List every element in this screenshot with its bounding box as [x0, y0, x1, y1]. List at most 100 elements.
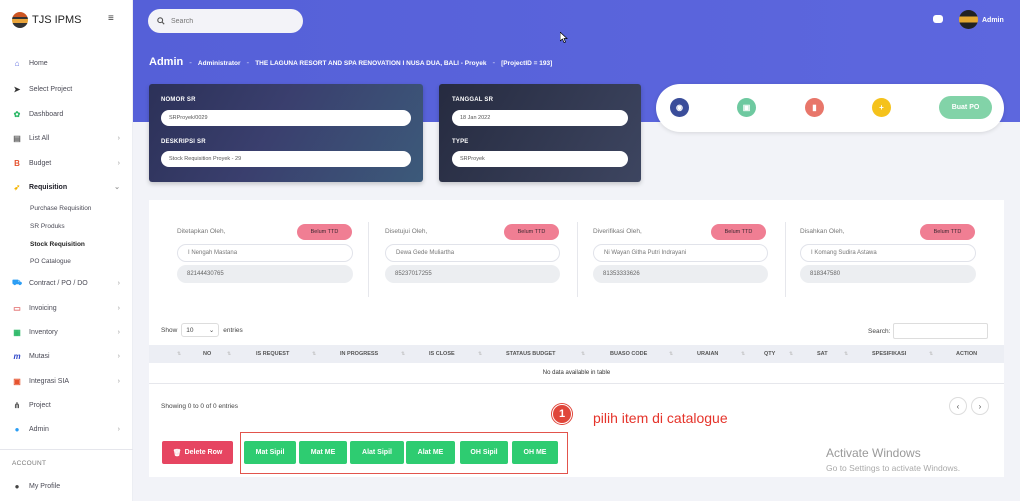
- deskripsi-sr-field[interactable]: Stock Requisition Proyek - 29: [161, 151, 411, 167]
- sort-icon[interactable]: ⇅: [312, 351, 316, 357]
- add-button[interactable]: +: [872, 98, 891, 117]
- sort-icon[interactable]: ⇅: [478, 351, 482, 357]
- brand[interactable]: TJS IPMS: [12, 12, 82, 28]
- oh-me-button[interactable]: OH ME: [512, 441, 558, 464]
- table-search-label: Search:: [868, 327, 891, 335]
- ttd-status-button[interactable]: Belum TTD: [504, 224, 559, 240]
- column-header[interactable]: ACTION: [956, 351, 977, 357]
- column-header[interactable]: QTY: [764, 351, 775, 357]
- signature-phone-field[interactable]: 81353333626: [593, 265, 768, 283]
- sort-icon[interactable]: ⇅: [227, 351, 231, 357]
- nomor-sr-field[interactable]: SRProyek/0029: [161, 110, 411, 126]
- avatar[interactable]: [959, 10, 978, 29]
- column-header[interactable]: IN PROGRESS: [340, 351, 378, 357]
- search-input[interactable]: [171, 17, 291, 25]
- ttd-status-button[interactable]: Belum TTD: [920, 224, 975, 240]
- breadcrumb: Admin - Administrator - THE LAGUNA RESOR…: [149, 56, 552, 68]
- signature-title: Disetujui Oleh,: [385, 228, 428, 235]
- sort-icon[interactable]: ⇅: [581, 351, 585, 357]
- sidebar-item-requisition[interactable]: ➶ Requisition ⌄: [11, 179, 126, 195]
- sidebar-item-inventory[interactable]: ▦ Inventory ›: [11, 324, 126, 340]
- sidebar-item-invoicing[interactable]: ▭ Invoicing ›: [11, 300, 126, 316]
- mat-me-button[interactable]: Mat ME: [299, 441, 347, 464]
- sidebar-item-select-project[interactable]: ➤ Select Project: [11, 81, 126, 97]
- sidebar-item-budget[interactable]: B Budget ›: [11, 155, 126, 171]
- column-header[interactable]: IS CLOSE: [429, 351, 455, 357]
- column-header[interactable]: SPESIFIKASI: [872, 351, 906, 357]
- sort-icon[interactable]: ⇅: [177, 351, 181, 357]
- empty-table-message: No data available in table: [542, 370, 611, 376]
- column-header[interactable]: BUASO CODE: [610, 351, 647, 357]
- column-header[interactable]: IS REQUEST: [256, 351, 289, 357]
- column-header[interactable]: SAT: [817, 351, 828, 357]
- alat-sipil-button[interactable]: Alat Sipil: [350, 441, 404, 464]
- subitem-purchase-requisition[interactable]: Purchase Requisition: [30, 205, 91, 212]
- sidebar-item-label: My Profile: [29, 482, 61, 490]
- sidebar-item-contract[interactable]: ⛟ Contract / PO / DO ›: [11, 275, 126, 291]
- mat-sipil-button[interactable]: Mat Sipil: [244, 441, 296, 464]
- save-button[interactable]: ▣: [737, 98, 756, 117]
- view-button[interactable]: ◉: [670, 98, 689, 117]
- chevron-right-icon: ›: [117, 352, 120, 360]
- signature-phone-field[interactable]: 85237017255: [385, 265, 560, 283]
- signature-name-field[interactable]: Dewa Gede Muliartha: [385, 244, 560, 262]
- subitem-stock-requisition[interactable]: Stock Requisition: [30, 241, 85, 248]
- divider: [785, 222, 786, 297]
- chevron-down-icon: ⌄: [114, 184, 120, 191]
- invoice-icon: ▭: [13, 303, 21, 313]
- sidebar-item-project[interactable]: ⋔ Project: [11, 397, 126, 413]
- eye-icon: ◉: [676, 103, 683, 112]
- next-page-button[interactable]: ›: [971, 397, 989, 415]
- table-search: Search:: [868, 323, 989, 339]
- column-header[interactable]: URAIAN: [697, 351, 718, 357]
- signature-title: Ditetapkan Oleh,: [177, 228, 226, 235]
- sort-icon[interactable]: ⇅: [929, 351, 933, 357]
- signature-phone-field[interactable]: 818347580: [800, 265, 976, 283]
- prev-page-button[interactable]: ‹: [949, 397, 967, 415]
- type-field[interactable]: SRProyek: [452, 151, 628, 167]
- sidebar-item-mutasi[interactable]: m Mutasi ›: [11, 348, 126, 364]
- entries-select[interactable]: 10 ⌄: [181, 323, 220, 337]
- sort-icon[interactable]: ⇅: [401, 351, 405, 357]
- signature-name-field[interactable]: I Nengah Mastana: [177, 244, 353, 262]
- column-header[interactable]: STATAUS BUDGET: [506, 351, 556, 357]
- breadcrumb-root: Admin: [149, 56, 184, 68]
- sort-icon[interactable]: ⇅: [844, 351, 848, 357]
- sidebar-item-list-all[interactable]: ▤ List All ›: [11, 130, 126, 146]
- date-info-card: TANGGAL SR 18 Jan 2022 TYPE SRProyek: [439, 84, 641, 182]
- sidebar-item-integrasi-sia[interactable]: ▣ Integrasi SIA ›: [11, 373, 126, 389]
- sort-icon[interactable]: ⇅: [669, 351, 673, 357]
- delete-row-label: Delete Row: [184, 449, 223, 456]
- sort-icon[interactable]: ⇅: [789, 351, 793, 357]
- ttd-status-button[interactable]: Belum TTD: [297, 224, 352, 240]
- delete-row-button[interactable]: 🗑 Delete Row: [162, 441, 233, 464]
- table-search-input[interactable]: [893, 323, 989, 339]
- signature-name-field[interactable]: Ni Wayan Githa Putri Indrayani: [593, 244, 768, 262]
- rocket-icon: ➶: [13, 182, 21, 192]
- sidebar-item-admin[interactable]: ● Admin ›: [11, 421, 126, 437]
- sidebar-item-home[interactable]: ⌂ Home: [11, 55, 126, 71]
- ttd-status-button[interactable]: Belum TTD: [711, 224, 766, 240]
- signature-name-field[interactable]: I Komang Sudira Astawa: [800, 244, 976, 262]
- sidebar-item-label: Requisition: [29, 183, 68, 191]
- column-header[interactable]: NO: [203, 351, 211, 357]
- user-name[interactable]: Admin: [982, 17, 1004, 24]
- sidebar-item-my-profile[interactable]: ● My Profile: [11, 478, 126, 494]
- tanggal-sr-field[interactable]: 18 Jan 2022: [452, 110, 628, 126]
- hamburger-menu-icon[interactable]: ≡: [108, 14, 118, 24]
- chat-icon[interactable]: [933, 15, 943, 23]
- delete-button[interactable]: ▮: [805, 98, 824, 117]
- sidebar-item-label: Contract / PO / DO: [29, 279, 88, 287]
- subitem-sr-produks[interactable]: SR Produks: [30, 223, 65, 230]
- plus-icon: +: [879, 103, 884, 112]
- buat-po-button[interactable]: Buat PO: [939, 96, 992, 119]
- sort-icon[interactable]: ⇅: [741, 351, 745, 357]
- breadcrumb-separator: -: [246, 58, 250, 67]
- subitem-po-catalogue[interactable]: PO Catalogue: [30, 258, 71, 265]
- sidebar-item-dashboard[interactable]: ✿ Dashboard: [11, 106, 126, 122]
- nomor-sr-label: NOMOR SR: [161, 97, 196, 103]
- signature-phone-field[interactable]: 82144430765: [177, 265, 353, 283]
- search-bar[interactable]: [148, 9, 303, 33]
- alat-me-button[interactable]: Alat ME: [406, 441, 455, 464]
- oh-sipil-button[interactable]: OH Sipil: [460, 441, 508, 464]
